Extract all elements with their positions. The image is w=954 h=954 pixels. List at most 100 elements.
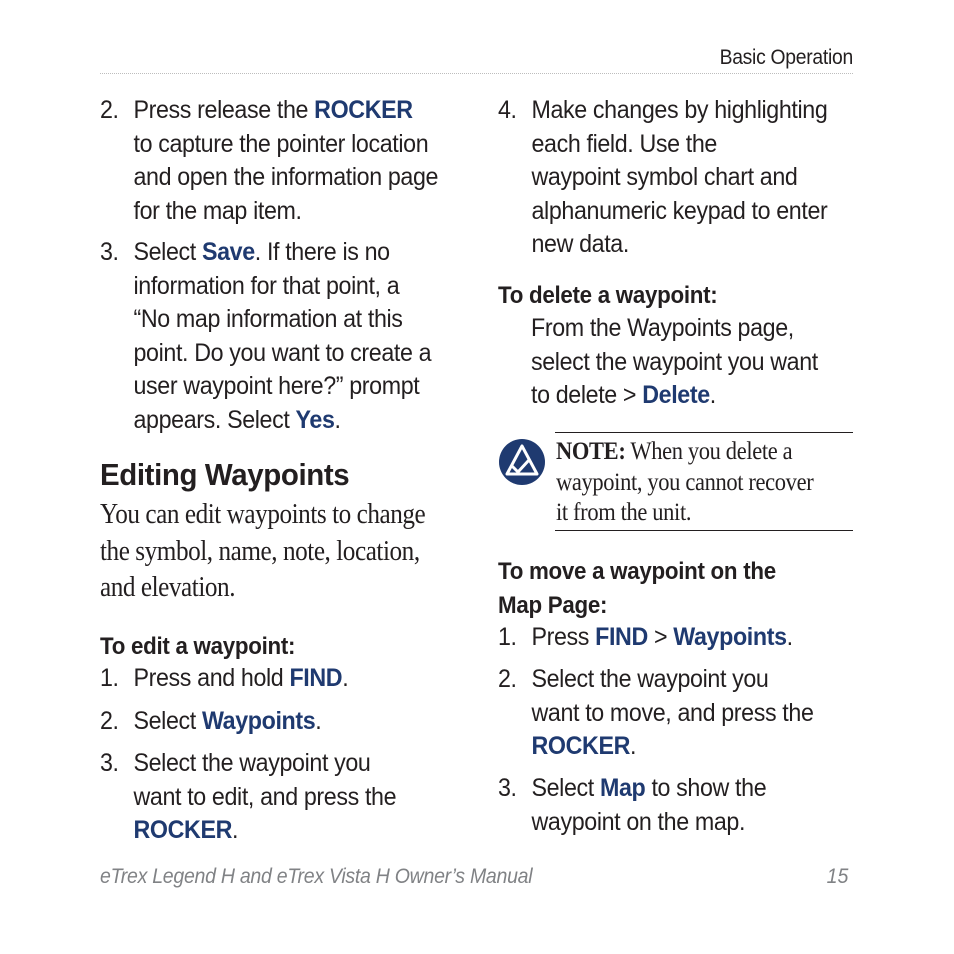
ui-keyword: FIND [289, 664, 343, 692]
section-heading-editing-waypoints: Editing Waypoints [100, 457, 350, 492]
text-run: . [709, 381, 716, 409]
step-number: 3. [498, 774, 517, 802]
text-line: appears. Select Yes. [133, 404, 431, 438]
note-line: it from the unit. [556, 499, 692, 526]
text-run: Select [133, 238, 202, 266]
text-run: Select [531, 774, 600, 802]
text-run: . [315, 707, 322, 735]
text-line: Select Map to show the [531, 772, 766, 806]
step-text: Press and hold FIND. [133, 662, 348, 696]
text-run: to show the [645, 774, 767, 802]
note-triangle-check-icon [499, 439, 545, 485]
text-run: Select the waypoint you [531, 665, 769, 693]
text-run: . If there is no [254, 238, 390, 266]
text-run: select the waypoint you want [531, 347, 818, 376]
step-number: 3. [100, 749, 119, 777]
step-text: Press FIND > Waypoints. [531, 621, 793, 655]
note-bottom-rule [555, 530, 853, 531]
ui-keyword: Waypoints [201, 707, 316, 735]
text-run: for the map item. [133, 196, 302, 225]
text-line: for the map item. [133, 195, 438, 229]
text-line: Make changes by highlighting [531, 94, 827, 128]
step-text: Select the waypoint you want to move, and… [531, 663, 813, 764]
text-line: want to edit, and press the [133, 781, 396, 815]
ui-keyword: ROCKER [314, 96, 413, 124]
step-text: Select Waypoints. [133, 705, 321, 739]
text-line: “No map information at this [133, 303, 431, 337]
text-run: Press release the [133, 96, 315, 124]
text-run: . [786, 623, 793, 651]
intro-line: You can edit waypoints to change [100, 499, 426, 530]
text-line: alphanumeric keypad to enter [531, 195, 827, 229]
ui-keyword: ROCKER [133, 816, 233, 844]
text-line: From the Waypoints page, [531, 312, 818, 346]
text-run: “No map information at this [133, 305, 403, 333]
text-line: each field. Use the [531, 128, 827, 162]
text-line: Press FIND > Waypoints. [531, 621, 793, 655]
intro-line: and elevation. [100, 572, 236, 603]
text-line: select the waypoint you want [531, 346, 818, 380]
text-line: ROCKER. [133, 814, 396, 848]
text-line: point. Do you want to create a [133, 337, 431, 371]
step-number: 1. [100, 664, 119, 692]
text-run: Select [133, 707, 202, 735]
step-number: 4. [498, 96, 517, 124]
header-dotted-rule [100, 73, 853, 74]
text-run: > [647, 623, 674, 651]
ui-keyword: Delete [642, 381, 710, 409]
heading-line: Map Page: [498, 591, 608, 619]
text-line: to capture the pointer location [133, 128, 438, 162]
text-run: to capture the pointer location [133, 129, 429, 158]
text-line: ROCKER. [531, 730, 813, 764]
step-text: Press release the ROCKER to capture the p… [133, 94, 438, 228]
step-text: Make changes by highlighting each field. … [531, 94, 827, 262]
text-line: waypoint on the map. [531, 806, 766, 840]
delete-procedure-text: From the Waypoints page, select the waypo… [531, 312, 818, 413]
heading-line: To move a waypoint on the [498, 558, 776, 585]
step-number: 1. [498, 623, 517, 651]
note-line: NOTE: When you delete a [556, 437, 813, 468]
text-run: From the Waypoints page, [531, 314, 794, 342]
footer-page-number: 15 [826, 865, 848, 888]
text-run: point. Do you want to create a [133, 338, 432, 367]
text-run: . [630, 732, 637, 760]
text-run: want to edit, and press the [133, 782, 397, 811]
step-number: 3. [100, 238, 119, 266]
text-line: Press release the ROCKER [133, 94, 438, 128]
text-line: Press and hold FIND. [133, 662, 348, 696]
step-text: Select Map to show the waypoint on the ma… [531, 772, 766, 839]
text-line: Select Save. If there is no [133, 236, 431, 270]
text-run: user waypoint here?” prompt [133, 372, 420, 400]
ui-keyword: Yes [295, 405, 335, 434]
text-line: waypoint symbol chart and [531, 161, 827, 195]
step-number: 2. [100, 96, 119, 124]
text-run: to delete > [531, 381, 643, 409]
text-run: each field. Use the [531, 129, 717, 158]
text-run: Make changes by highlighting [531, 96, 828, 124]
ui-keyword: FIND [595, 623, 648, 651]
step-text: Select the waypoint you want to edit, and… [133, 747, 396, 848]
text-run: . [342, 664, 349, 692]
step-text: Select Save. If there is no information f… [133, 236, 431, 437]
editing-intro-paragraph: You can edit waypoints to change the sym… [100, 497, 426, 607]
text-run: Press and hold [133, 664, 290, 692]
note-label: NOTE: [556, 438, 626, 465]
text-line: user waypoint here?” prompt [133, 370, 431, 404]
note-text: NOTE: When you delete a waypoint, you ca… [556, 437, 814, 529]
text-run: waypoint symbol chart and [531, 163, 798, 191]
note-top-rule [555, 432, 853, 433]
footer-manual-title: eTrex Legend H and eTrex Vista H Owner’s… [100, 865, 533, 888]
step-number: 2. [498, 665, 517, 693]
text-run: Select the waypoint you [133, 749, 371, 777]
text-run: and open the information page [133, 163, 439, 191]
text-line: want to move, and press the [531, 697, 813, 731]
text-line: and open the information page [133, 161, 438, 195]
text-run: new data. [531, 230, 629, 258]
step-number: 2. [100, 707, 119, 735]
procedure-heading-delete: To delete a waypoint: [498, 282, 718, 309]
procedure-heading-edit: To edit a waypoint: [100, 633, 296, 660]
text-run: waypoint on the map. [531, 807, 746, 836]
text-line: Select the waypoint you [133, 747, 396, 781]
ui-keyword: Waypoints [673, 623, 787, 651]
intro-line: the symbol, name, note, location, [100, 535, 420, 567]
